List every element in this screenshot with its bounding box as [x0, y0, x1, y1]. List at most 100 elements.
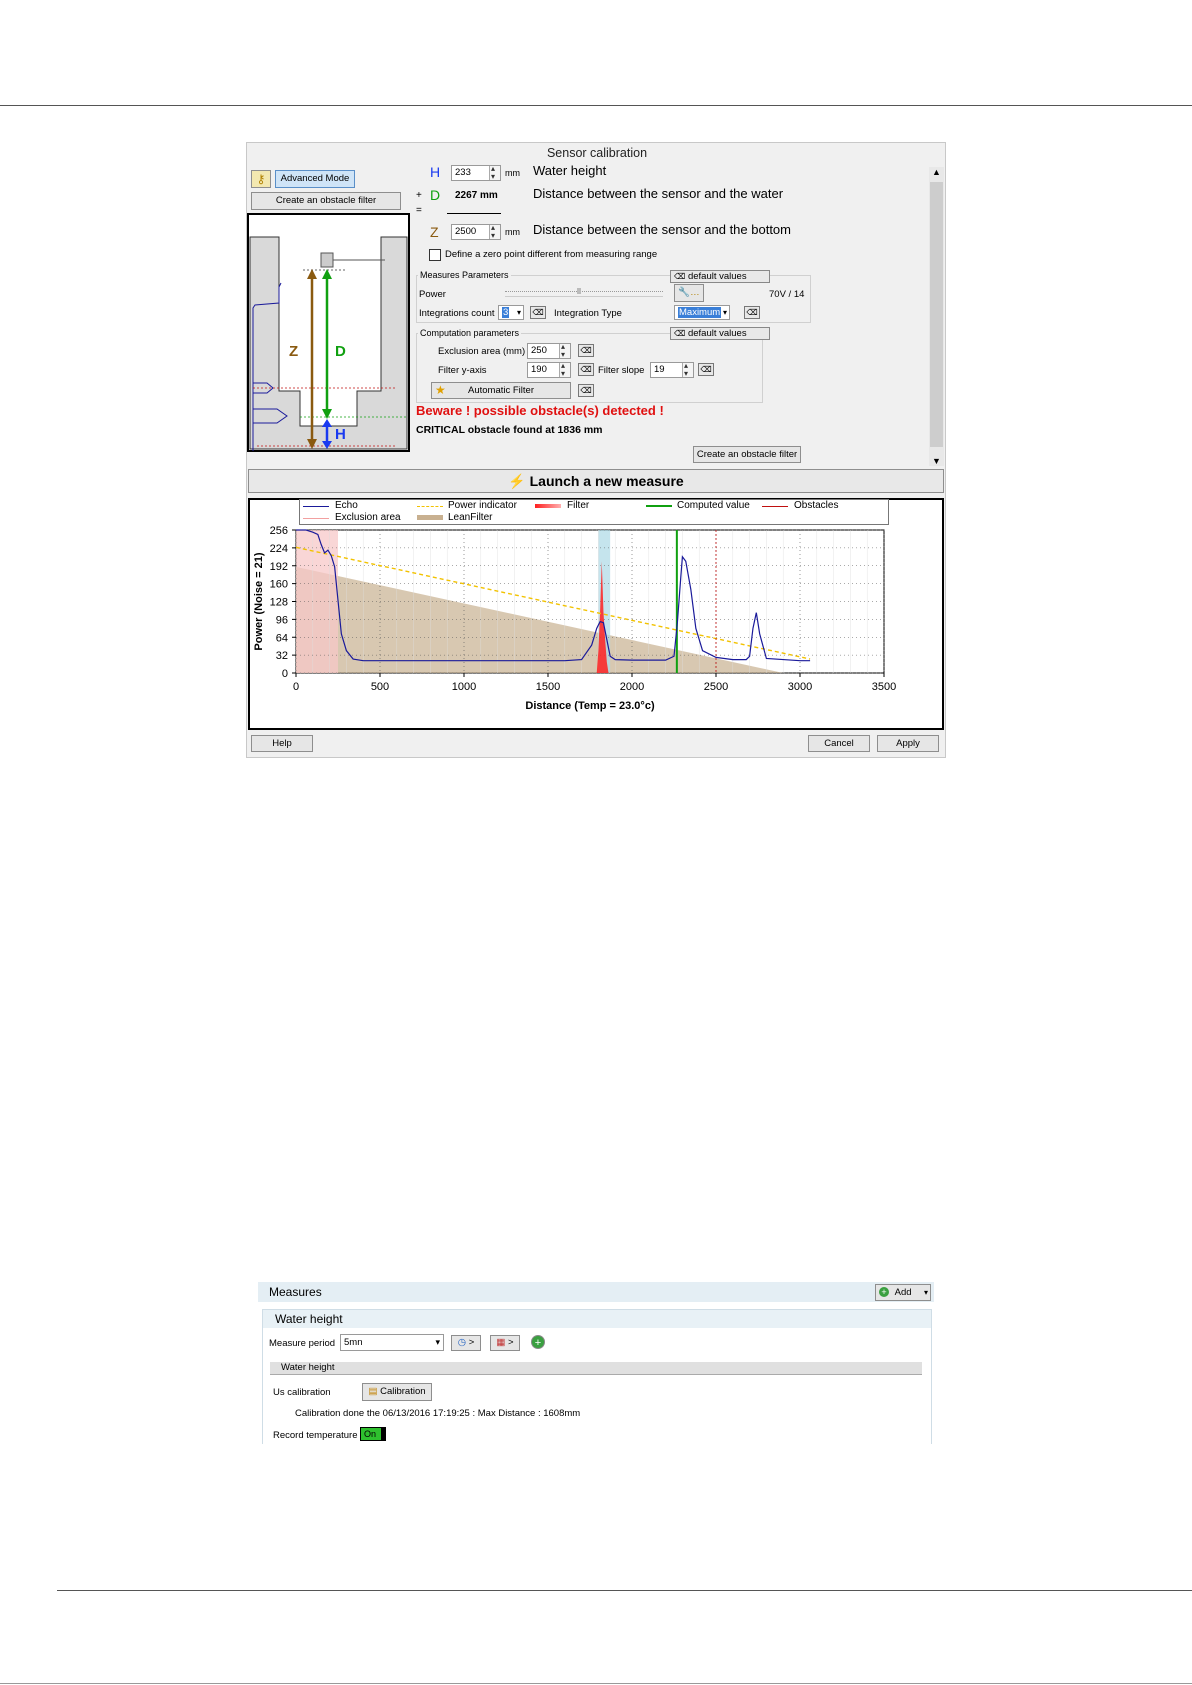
- equation-divider: [447, 213, 501, 214]
- filter-slope-clear-icon[interactable]: ⌫: [698, 363, 714, 376]
- measures-default-values-button[interactable]: ⌫ default values: [670, 270, 770, 283]
- water-height-input[interactable]: 233: [451, 162, 501, 184]
- measure-period-select[interactable]: 5mn ▾: [340, 1334, 444, 1351]
- y-tick-label: 224: [270, 543, 288, 555]
- exclusion-clear-icon[interactable]: ⌫: [578, 344, 594, 357]
- measures-title: Measures: [269, 1285, 322, 1299]
- integration-type-clear-icon[interactable]: ⌫: [744, 306, 760, 319]
- bottom-distance-value: 2500: [455, 226, 477, 237]
- zero-point-checkbox[interactable]: [429, 249, 441, 261]
- launch-new-measure-button[interactable]: ⚡ Launch a new measure: [248, 469, 944, 493]
- diagram-z-label: Z: [289, 343, 298, 360]
- spin-arrows-icon[interactable]: [489, 221, 500, 243]
- x-tick-label: 1500: [536, 681, 560, 693]
- add-button[interactable]: + Add ▾: [875, 1284, 931, 1301]
- power-slider[interactable]: [505, 291, 663, 297]
- measures-parameters-title: Measures Parameters: [418, 270, 511, 280]
- cancel-button[interactable]: Cancel: [808, 735, 870, 752]
- scrollbar-thumb[interactable]: [930, 182, 943, 447]
- filter-slope-input[interactable]: 19: [650, 359, 694, 381]
- automatic-filter-button[interactable]: ★ Automatic Filter: [431, 382, 571, 399]
- calibration-button[interactable]: ▤ Calibration: [362, 1383, 432, 1401]
- y-tick-label: 128: [270, 597, 288, 609]
- chevron-down-icon[interactable]: ▾: [435, 1335, 440, 1350]
- footer-rule-bottom: [0, 1683, 1192, 1684]
- y-tick-label: 96: [276, 614, 288, 626]
- scroll-down-icon[interactable]: ▼: [932, 456, 941, 466]
- calendar-button[interactable]: ▦ >: [490, 1335, 520, 1351]
- integrations-count-select[interactable]: 3 ▾: [498, 305, 524, 320]
- filter-y-axis-label: Filter y-axis: [438, 365, 487, 376]
- automatic-filter-label: Automatic Filter: [468, 385, 534, 396]
- plus-sign: +: [416, 190, 422, 201]
- spin-arrows-icon[interactable]: [682, 359, 693, 381]
- chevron-down-icon[interactable]: ▾: [924, 1285, 928, 1300]
- water-height-value: 233: [455, 167, 471, 178]
- filter-y-axis-input[interactable]: 190: [527, 359, 571, 381]
- integrations-clear-icon[interactable]: ⌫: [530, 306, 546, 319]
- spin-arrows-icon[interactable]: [559, 359, 570, 381]
- integration-type-value: Maximum: [678, 307, 722, 318]
- clock-button[interactable]: ◷ >: [451, 1335, 481, 1351]
- section-header-label: Water height: [281, 1362, 335, 1373]
- scroll-up-icon[interactable]: ▲: [932, 167, 941, 177]
- exclusion-area-label: Exclusion area (mm): [438, 346, 526, 357]
- vertical-scrollbar[interactable]: ▲ ▼: [929, 167, 944, 466]
- obstacle-warning: Beware ! possible obstacle(s) detected !: [416, 403, 664, 418]
- us-calibration-label: Us calibration: [273, 1387, 331, 1398]
- power-value: 70V / 14: [769, 289, 805, 300]
- help-button[interactable]: Help: [251, 735, 313, 752]
- integration-type-select[interactable]: Maximum ▾: [674, 305, 730, 320]
- integration-type-label: Integration Type: [554, 308, 622, 319]
- record-temperature-label: Record temperature: [273, 1430, 358, 1441]
- filter-slope-value: 19: [654, 364, 665, 375]
- create-obstacle-filter-button-top[interactable]: Create an obstacle filter: [251, 192, 401, 210]
- exclusion-area-input[interactable]: 250: [527, 340, 571, 362]
- h-letter: H: [430, 164, 441, 180]
- calendar-button-arrow: >: [508, 1337, 514, 1348]
- x-tick-label: 0: [293, 681, 299, 693]
- calibration-status: Calibration done the 06/13/2016 17:19:25…: [295, 1408, 581, 1419]
- spin-arrows-icon[interactable]: [559, 340, 570, 362]
- x-tick-label: 2500: [704, 681, 728, 693]
- y-tick-label: 64: [276, 632, 288, 644]
- advanced-mode-button[interactable]: Advanced Mode: [275, 170, 355, 188]
- y-tick-label: 0: [282, 668, 288, 680]
- chevron-down-icon[interactable]: ▾: [723, 306, 727, 319]
- plus-circle-icon: +: [879, 1287, 889, 1297]
- diagram-d-label: D: [335, 343, 346, 360]
- d-letter: D: [430, 187, 441, 203]
- spin-arrows-icon[interactable]: [489, 162, 500, 184]
- chevron-down-icon[interactable]: ▾: [517, 306, 521, 319]
- tank-diagram: Z D H: [247, 213, 410, 452]
- calibration-icon: ▤: [368, 1386, 378, 1397]
- distance-to-water-value: 2267 mm: [455, 190, 498, 201]
- power-slider-thumb[interactable]: [577, 288, 581, 294]
- power-wrench-button[interactable]: 🔧…: [674, 284, 704, 302]
- calibration-button-label: Calibration: [380, 1386, 426, 1397]
- clock-icon: ◷: [457, 1337, 467, 1348]
- computation-default-values-button[interactable]: ⌫ default values: [670, 327, 770, 340]
- x-tick-label: 3000: [788, 681, 812, 693]
- calendar-icon: ▦: [496, 1337, 506, 1348]
- clear-icon: ⌫: [674, 329, 686, 338]
- bottom-distance-input[interactable]: 2500: [451, 221, 501, 243]
- record-temperature-toggle[interactable]: On: [360, 1427, 386, 1441]
- star-icon: ★: [435, 383, 446, 397]
- clock-button-arrow: >: [468, 1337, 475, 1348]
- key-icon[interactable]: ⚷: [251, 170, 271, 188]
- automatic-filter-clear-icon[interactable]: ⌫: [578, 384, 594, 397]
- measures-header: [258, 1282, 934, 1302]
- add-period-icon[interactable]: +: [531, 1335, 545, 1349]
- y-tick-label: 192: [270, 561, 288, 573]
- water-height-card: [262, 1309, 932, 1444]
- apply-button[interactable]: Apply: [877, 735, 939, 752]
- diagram-h-label: H: [335, 426, 346, 443]
- y-tick-label: 32: [276, 650, 288, 662]
- clear-icon: ⌫: [674, 272, 686, 281]
- integrations-count-label: Integrations count: [419, 308, 495, 319]
- section-header: [270, 1362, 922, 1375]
- computation-default-values-label: default values: [687, 328, 747, 339]
- filter-y-clear-icon[interactable]: ⌫: [578, 363, 594, 376]
- create-obstacle-filter-button-bottom[interactable]: Create an obstacle filter: [693, 446, 801, 463]
